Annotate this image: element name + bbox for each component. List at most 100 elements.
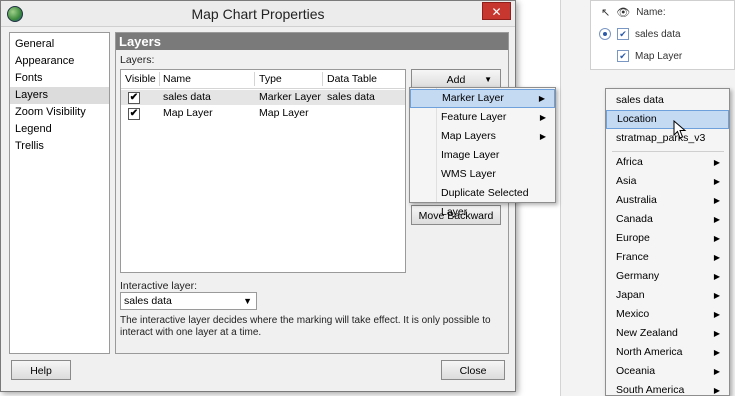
menu-item-label: South America xyxy=(616,384,685,396)
menu-item-label: Australia xyxy=(616,194,657,206)
submenu-item-location[interactable]: Location xyxy=(606,110,729,129)
interactive-layer-value: sales data xyxy=(124,295,172,307)
chevron-right-icon: ▶ xyxy=(713,291,720,300)
mouse-pointer-icon xyxy=(673,120,687,139)
menu-item-label: Marker Layer xyxy=(442,92,504,104)
menu-item-label: Japan xyxy=(616,289,645,301)
property-nav-list: General Appearance Fonts Layers Zoom Vis… xyxy=(9,32,110,354)
menu-item-marker-layer[interactable]: Marker Layer ▶ xyxy=(410,89,555,108)
submenu-item-region[interactable]: Japan ▶ xyxy=(606,286,729,305)
menu-item-label: Feature Layer xyxy=(441,111,507,123)
nav-item-appearance[interactable]: Appearance xyxy=(10,53,109,70)
visible-checkbox[interactable]: ✔ xyxy=(617,50,629,62)
table-row[interactable]: ✔ Map Layer Map Layer xyxy=(121,106,405,121)
menu-item-label: Africa xyxy=(616,156,643,168)
interactive-layer-info: The interactive layer decides where the … xyxy=(120,315,491,338)
layer-name-cell: sales data xyxy=(163,91,211,103)
menu-item-image-layer[interactable]: Image Layer xyxy=(410,146,555,165)
submenu-item-region[interactable]: South America ▶ xyxy=(606,381,729,396)
submenu-item-region[interactable]: North America ▶ xyxy=(606,343,729,362)
menu-item-label: France xyxy=(616,251,649,263)
submenu-item-region[interactable]: Australia ▶ xyxy=(606,191,729,210)
close-button[interactable]: Close xyxy=(441,360,505,380)
column-header-type[interactable]: Type xyxy=(259,70,282,88)
bg-layer-row-2[interactable]: ✔ Map Layer xyxy=(617,47,682,65)
interactive-radio-icon[interactable] xyxy=(599,28,611,40)
submenu-item-region[interactable]: Europe ▶ xyxy=(606,229,729,248)
chevron-right-icon: ▶ xyxy=(713,367,720,376)
layer-type-cell: Marker Layer xyxy=(259,91,321,103)
menu-item-duplicate-layer[interactable]: Duplicate Selected Layer xyxy=(410,184,555,218)
nav-item-general[interactable]: General xyxy=(10,36,109,53)
submenu-item-region[interactable]: Mexico ▶ xyxy=(606,305,729,324)
eye-icon: 👁 xyxy=(616,6,631,19)
menu-item-label: Europe xyxy=(616,232,650,244)
nav-item-zoom-visibility[interactable]: Zoom Visibility xyxy=(10,104,109,121)
column-header-visible[interactable]: Visible xyxy=(125,70,156,88)
submenu-item-region[interactable]: Germany ▶ xyxy=(606,267,729,286)
submenu-item-region[interactable]: Oceania ▶ xyxy=(606,362,729,381)
chevron-right-icon: ▶ xyxy=(713,386,720,395)
chevron-right-icon: ▶ xyxy=(539,113,546,122)
menu-separator xyxy=(612,151,724,152)
visible-checkbox[interactable]: ✔ xyxy=(128,92,140,104)
table-row[interactable]: ✔ sales data Marker Layer sales data xyxy=(121,90,405,105)
submenu-item-region[interactable]: Asia ▶ xyxy=(606,172,729,191)
nav-item-legend[interactable]: Legend xyxy=(10,121,109,138)
menu-item-label: Canada xyxy=(616,213,653,225)
menu-item-label: New Zealand xyxy=(616,327,678,339)
submenu-item-sales-data[interactable]: sales data xyxy=(606,91,729,110)
menu-item-label: North America xyxy=(616,346,683,358)
add-layer-menu: Marker Layer ▶ Feature Layer ▶ Map Layer… xyxy=(409,87,556,218)
chevron-right-icon: ▶ xyxy=(713,272,720,281)
visible-checkbox[interactable]: ✔ xyxy=(128,108,140,120)
close-window-button[interactable]: ✕ xyxy=(482,2,511,20)
chevron-right-icon: ▶ xyxy=(538,94,545,103)
table-header: Visible Name Type Data Table xyxy=(121,70,405,89)
chevron-right-icon: ▶ xyxy=(713,196,720,205)
data-table-cell: sales data xyxy=(327,91,375,103)
menu-item-label: Mexico xyxy=(616,308,650,320)
chevron-right-icon: ▶ xyxy=(713,158,720,167)
bg-layer-label: sales data xyxy=(635,28,681,40)
chevron-right-icon: ▶ xyxy=(713,329,720,338)
submenu-item-stratmap-parks[interactable]: stratmap_parks_v3 xyxy=(606,129,729,148)
chevron-right-icon: ▶ xyxy=(539,132,546,141)
bg-layer-label: Map Layer xyxy=(635,50,683,62)
chevron-right-icon: ▶ xyxy=(713,310,720,319)
page-header: Layers xyxy=(116,33,508,50)
menu-item-label: Germany xyxy=(616,270,660,282)
submenu-item-region[interactable]: Canada ▶ xyxy=(606,210,729,229)
marker-layer-submenu: sales data Location stratmap_parks_v3 Af… xyxy=(605,88,730,396)
visible-checkbox[interactable]: ✔ xyxy=(617,28,629,40)
chevron-down-icon: ▼ xyxy=(243,296,252,306)
menu-item-feature-layer[interactable]: Feature Layer ▶ xyxy=(410,108,555,127)
bg-layer-row-1[interactable]: ✔ sales data xyxy=(599,25,681,43)
submenu-item-region[interactable]: France ▶ xyxy=(606,248,729,267)
menu-item-map-layers[interactable]: Map Layers ▶ xyxy=(410,127,555,146)
add-button[interactable]: Add ▼ xyxy=(411,69,501,89)
column-header-data-table[interactable]: Data Table xyxy=(327,70,377,88)
chevron-right-icon: ▶ xyxy=(713,348,720,357)
nav-item-fonts[interactable]: Fonts xyxy=(10,70,109,87)
interactive-layer-select[interactable]: sales data ▼ xyxy=(120,292,257,310)
dialog-title: Map Chart Properties xyxy=(191,6,325,22)
nav-item-trellis[interactable]: Trellis xyxy=(10,138,109,155)
menu-item-wms-layer[interactable]: WMS Layer xyxy=(410,165,555,184)
help-button[interactable]: Help xyxy=(11,360,71,380)
chevron-right-icon: ▶ xyxy=(713,253,720,262)
bg-name-header: Name: xyxy=(636,6,666,18)
add-button-label: Add xyxy=(446,74,466,86)
layers-label: Layers: xyxy=(120,54,155,66)
title-bar[interactable]: Map Chart Properties ✕ xyxy=(1,1,515,27)
nav-item-layers[interactable]: Layers xyxy=(10,87,109,104)
background-layer-panel: ↖ 👁 Name: ✔ sales data ✔ Map Layer xyxy=(590,0,735,70)
submenu-item-region[interactable]: New Zealand ▶ xyxy=(606,324,729,343)
pointer-icon: ↖ xyxy=(601,6,611,19)
submenu-item-region[interactable]: Africa ▶ xyxy=(606,153,729,172)
chevron-right-icon: ▶ xyxy=(713,215,720,224)
layer-type-cell: Map Layer xyxy=(259,107,309,119)
column-header-name[interactable]: Name xyxy=(163,70,191,88)
chevron-right-icon: ▶ xyxy=(713,177,720,186)
menu-item-label: Map Layers xyxy=(441,130,496,142)
